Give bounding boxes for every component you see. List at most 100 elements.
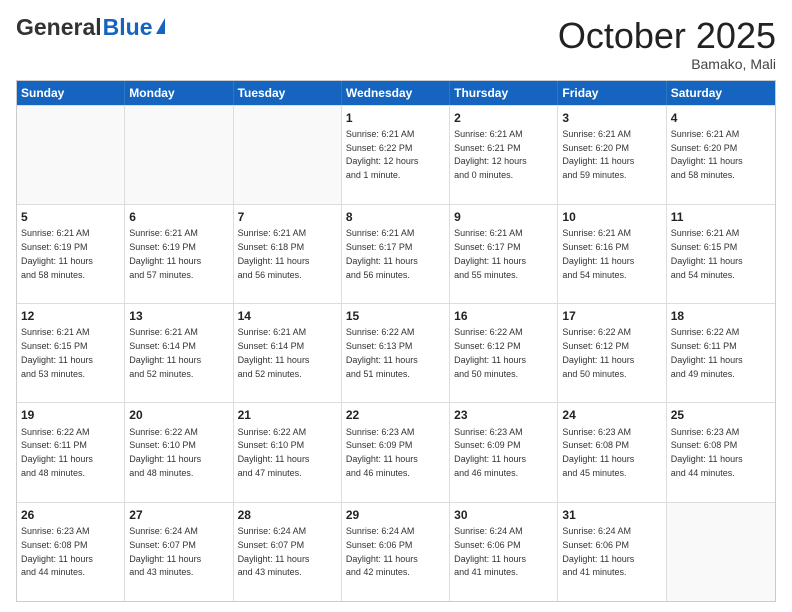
calendar-cell: 17 Sunrise: 6:22 AM Sunset: 6:12 PM Dayli…: [558, 304, 666, 402]
title-block: October 2025 Bamako, Mali: [558, 16, 776, 72]
day-number: 23: [454, 407, 553, 423]
day-info: Sunrise: 6:21 AM Sunset: 6:18 PM Dayligh…: [238, 228, 310, 279]
day-info: Sunrise: 6:23 AM Sunset: 6:09 PM Dayligh…: [454, 427, 526, 478]
calendar-cell: 15Sunrise: 6:22 AM Sunset: 6:13 PM Dayli…: [342, 304, 450, 402]
calendar-cell: 26 Sunrise: 6:23 AM Sunset: 6:08 PM Dayli…: [17, 503, 125, 601]
day-number: 1: [346, 110, 445, 126]
day-info: Sunrise: 6:22 AM Sunset: 6:11 PM Dayligh…: [671, 327, 743, 378]
calendar-cell: 20Sunrise: 6:22 AM Sunset: 6:10 PM Dayli…: [125, 403, 233, 501]
day-number: 4: [671, 110, 771, 126]
day-header-friday: Friday: [558, 81, 666, 105]
calendar: SundayMondayTuesdayWednesdayThursdayFrid…: [16, 80, 776, 602]
day-number: 10: [562, 209, 661, 225]
day-number: 26: [21, 507, 120, 523]
day-header-monday: Monday: [125, 81, 233, 105]
day-number: 18: [671, 308, 771, 324]
day-number: 9: [454, 209, 553, 225]
calendar-cell: [234, 106, 342, 204]
page: General Blue October 2025 Bamako, Mali S…: [0, 0, 792, 612]
calendar-cell: 12 Sunrise: 6:21 AM Sunset: 6:15 PM Dayli…: [17, 304, 125, 402]
calendar-cell: [667, 503, 775, 601]
day-info: Sunrise: 6:22 AM Sunset: 6:10 PM Dayligh…: [129, 427, 201, 478]
calendar-cell: 28Sunrise: 6:24 AM Sunset: 6:07 PM Dayli…: [234, 503, 342, 601]
calendar-cell: 27 Sunrise: 6:24 AM Sunset: 6:07 PM Dayli…: [125, 503, 233, 601]
calendar-cell: 14Sunrise: 6:21 AM Sunset: 6:14 PM Dayli…: [234, 304, 342, 402]
calendar-row-4: 19Sunrise: 6:22 AM Sunset: 6:11 PM Dayli…: [17, 402, 775, 501]
day-info: Sunrise: 6:23 AM Sunset: 6:08 PM Dayligh…: [21, 526, 93, 577]
day-number: 15: [346, 308, 445, 324]
calendar-cell: 10Sunrise: 6:21 AM Sunset: 6:16 PM Dayli…: [558, 205, 666, 303]
day-header-wednesday: Wednesday: [342, 81, 450, 105]
logo-block: General Blue: [16, 16, 165, 39]
day-number: 27: [129, 507, 228, 523]
calendar-cell: 2Sunrise: 6:21 AM Sunset: 6:21 PM Daylig…: [450, 106, 558, 204]
calendar-cell: 5 Sunrise: 6:21 AM Sunset: 6:19 PM Daylig…: [17, 205, 125, 303]
day-number: 17: [562, 308, 661, 324]
day-info: Sunrise: 6:21 AM Sunset: 6:20 PM Dayligh…: [671, 129, 743, 180]
day-number: 16: [454, 308, 553, 324]
location: Bamako, Mali: [558, 56, 776, 72]
day-number: 13: [129, 308, 228, 324]
calendar-cell: 16 Sunrise: 6:22 AM Sunset: 6:12 PM Dayli…: [450, 304, 558, 402]
day-number: 31: [562, 507, 661, 523]
calendar-cell: 25 Sunrise: 6:23 AM Sunset: 6:08 PM Dayli…: [667, 403, 775, 501]
day-info: Sunrise: 6:22 AM Sunset: 6:11 PM Dayligh…: [21, 427, 93, 478]
logo: General Blue: [16, 16, 165, 39]
day-number: 3: [562, 110, 661, 126]
day-header-sunday: Sunday: [17, 81, 125, 105]
calendar-cell: 11 Sunrise: 6:21 AM Sunset: 6:15 PM Dayli…: [667, 205, 775, 303]
day-info: Sunrise: 6:24 AM Sunset: 6:07 PM Dayligh…: [129, 526, 201, 577]
day-info: Sunrise: 6:21 AM Sunset: 6:19 PM Dayligh…: [129, 228, 201, 279]
day-number: 25: [671, 407, 771, 423]
calendar-cell: [17, 106, 125, 204]
calendar-cell: 19Sunrise: 6:22 AM Sunset: 6:11 PM Dayli…: [17, 403, 125, 501]
day-header-tuesday: Tuesday: [234, 81, 342, 105]
calendar-cell: 1 Sunrise: 6:21 AM Sunset: 6:22 PM Daylig…: [342, 106, 450, 204]
day-info: Sunrise: 6:22 AM Sunset: 6:12 PM Dayligh…: [454, 327, 526, 378]
calendar-cell: 24 Sunrise: 6:23 AM Sunset: 6:08 PM Dayli…: [558, 403, 666, 501]
calendar-cell: 31 Sunrise: 6:24 AM Sunset: 6:06 PM Dayli…: [558, 503, 666, 601]
calendar-cell: 30Sunrise: 6:24 AM Sunset: 6:06 PM Dayli…: [450, 503, 558, 601]
day-number: 5: [21, 209, 120, 225]
calendar-row-5: 26 Sunrise: 6:23 AM Sunset: 6:08 PM Dayli…: [17, 502, 775, 601]
calendar-cell: 22Sunrise: 6:23 AM Sunset: 6:09 PM Dayli…: [342, 403, 450, 501]
calendar-body: 1 Sunrise: 6:21 AM Sunset: 6:22 PM Daylig…: [17, 105, 775, 601]
calendar-cell: 23 Sunrise: 6:23 AM Sunset: 6:09 PM Dayli…: [450, 403, 558, 501]
day-info: Sunrise: 6:24 AM Sunset: 6:06 PM Dayligh…: [562, 526, 634, 577]
day-info: Sunrise: 6:21 AM Sunset: 6:14 PM Dayligh…: [129, 327, 201, 378]
day-info: Sunrise: 6:24 AM Sunset: 6:06 PM Dayligh…: [346, 526, 418, 577]
day-header-saturday: Saturday: [667, 81, 775, 105]
day-info: Sunrise: 6:22 AM Sunset: 6:10 PM Dayligh…: [238, 427, 310, 478]
day-info: Sunrise: 6:21 AM Sunset: 6:19 PM Dayligh…: [21, 228, 93, 279]
day-info: Sunrise: 6:23 AM Sunset: 6:09 PM Dayligh…: [346, 427, 418, 478]
month-title: October 2025: [558, 16, 776, 56]
day-number: 28: [238, 507, 337, 523]
day-number: 29: [346, 507, 445, 523]
day-info: Sunrise: 6:23 AM Sunset: 6:08 PM Dayligh…: [562, 427, 634, 478]
day-number: 8: [346, 209, 445, 225]
day-number: 6: [129, 209, 228, 225]
header: General Blue October 2025 Bamako, Mali: [16, 16, 776, 72]
day-number: 12: [21, 308, 120, 324]
day-info: Sunrise: 6:21 AM Sunset: 6:20 PM Dayligh…: [562, 129, 634, 180]
calendar-cell: 4 Sunrise: 6:21 AM Sunset: 6:20 PM Daylig…: [667, 106, 775, 204]
day-info: Sunrise: 6:21 AM Sunset: 6:17 PM Dayligh…: [454, 228, 526, 279]
day-number: 11: [671, 209, 771, 225]
logo-blue: Blue: [103, 16, 153, 39]
day-info: Sunrise: 6:23 AM Sunset: 6:08 PM Dayligh…: [671, 427, 743, 478]
day-info: Sunrise: 6:21 AM Sunset: 6:15 PM Dayligh…: [671, 228, 743, 279]
day-number: 30: [454, 507, 553, 523]
calendar-cell: 21Sunrise: 6:22 AM Sunset: 6:10 PM Dayli…: [234, 403, 342, 501]
calendar-cell: 18 Sunrise: 6:22 AM Sunset: 6:11 PM Dayli…: [667, 304, 775, 402]
logo-general: General: [16, 16, 102, 39]
day-info: Sunrise: 6:21 AM Sunset: 6:15 PM Dayligh…: [21, 327, 93, 378]
day-info: Sunrise: 6:22 AM Sunset: 6:12 PM Dayligh…: [562, 327, 634, 378]
day-info: Sunrise: 6:21 AM Sunset: 6:14 PM Dayligh…: [238, 327, 310, 378]
calendar-header: SundayMondayTuesdayWednesdayThursdayFrid…: [17, 81, 775, 105]
day-number: 24: [562, 407, 661, 423]
calendar-cell: 7Sunrise: 6:21 AM Sunset: 6:18 PM Daylig…: [234, 205, 342, 303]
day-number: 2: [454, 110, 553, 126]
day-info: Sunrise: 6:21 AM Sunset: 6:22 PM Dayligh…: [346, 129, 419, 180]
calendar-cell: 8Sunrise: 6:21 AM Sunset: 6:17 PM Daylig…: [342, 205, 450, 303]
calendar-cell: 6 Sunrise: 6:21 AM Sunset: 6:19 PM Daylig…: [125, 205, 233, 303]
